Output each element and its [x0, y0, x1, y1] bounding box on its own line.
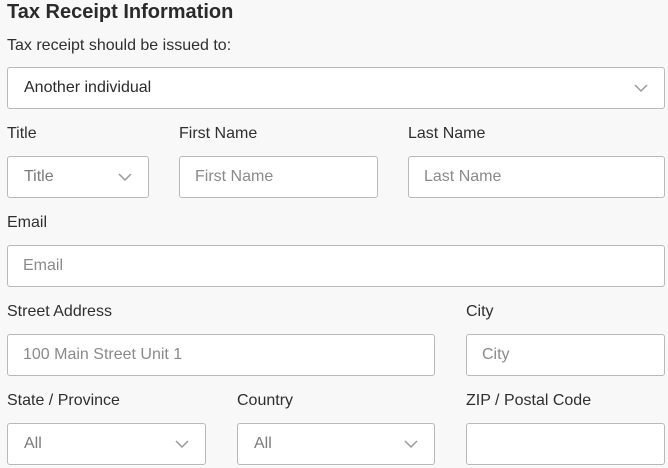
- first-name-label: First Name: [179, 125, 258, 142]
- title-select[interactable]: Title: [7, 156, 149, 198]
- country-select[interactable]: All: [237, 423, 435, 465]
- email-label: Email: [7, 214, 48, 231]
- state-province-label: State / Province: [7, 392, 120, 409]
- last-name-input[interactable]: [408, 156, 665, 198]
- street-address-label: Street Address: [7, 303, 112, 320]
- country-label: Country: [237, 392, 294, 409]
- state-province-select[interactable]: All: [7, 423, 206, 465]
- first-name-input[interactable]: [179, 156, 378, 198]
- chevron-down-icon: [404, 440, 418, 448]
- zip-postal-code-label: ZIP / Postal Code: [466, 392, 592, 409]
- last-name-label: Last Name: [408, 125, 486, 142]
- issued-to-select[interactable]: Another individual: [7, 67, 665, 109]
- section-title: Tax Receipt Information: [7, 1, 234, 23]
- title-value: Title: [24, 168, 54, 185]
- street-address-input[interactable]: [7, 334, 435, 376]
- email-input[interactable]: [7, 245, 665, 287]
- title-label: Title: [7, 125, 37, 142]
- city-input[interactable]: [466, 334, 665, 376]
- chevron-down-icon: [175, 440, 189, 448]
- state-province-value: All: [24, 435, 42, 452]
- country-value: All: [254, 435, 272, 452]
- zip-postal-code-input[interactable]: [466, 423, 665, 465]
- issued-to-label: Tax receipt should be issued to:: [7, 37, 232, 54]
- chevron-down-icon: [634, 84, 648, 92]
- chevron-down-icon: [118, 173, 132, 181]
- city-label: City: [466, 303, 494, 320]
- issued-to-value: Another individual: [24, 79, 152, 96]
